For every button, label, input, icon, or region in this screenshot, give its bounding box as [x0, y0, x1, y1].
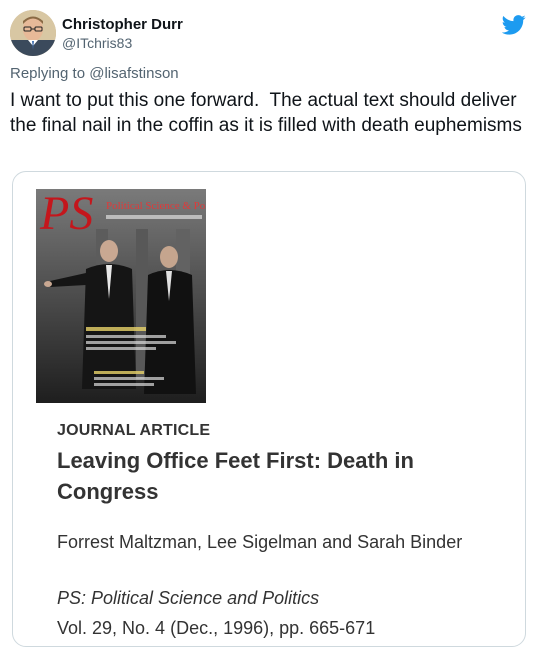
author-handle[interactable]: @ITchris83	[62, 35, 132, 51]
cover-masthead-letters: PS	[39, 189, 93, 240]
card-journal: PS: Political Science and Politics	[57, 588, 320, 608]
avatar[interactable]	[10, 10, 56, 56]
card-volume: Vol. 29, No. 4 (Dec., 1996), pp. 665-671	[57, 618, 376, 638]
card-title: Leaving Office Feet First: Death in Cong…	[57, 448, 414, 504]
journal-cover-image: PS Political Science & Politics	[36, 189, 206, 413]
link-card[interactable]: PS Political Science & Politics JOURNAL …	[12, 171, 526, 647]
cover-illustration: PS Political Science & Politics	[36, 189, 206, 413]
tweet: Christopher Durr @ITchris83 Replying to …	[0, 0, 543, 654]
author-name[interactable]: Christopher Durr	[62, 16, 183, 33]
card-authors: Forrest Maltzman, Lee Sigelman and Sarah…	[57, 532, 463, 552]
person-avatar-icon	[10, 10, 56, 56]
cover-masthead-title: Political Science & Politics	[106, 200, 206, 212]
replying-to: Replying to @lisafstinson	[10, 65, 179, 82]
tweet-header: Christopher Durr @ITchris83	[10, 10, 530, 58]
twitter-bird-icon[interactable]	[502, 14, 526, 36]
card-kicker: JOURNAL ARTICLE	[57, 422, 211, 439]
replying-prefix: Replying to	[10, 65, 90, 82]
reply-mention-link[interactable]: @lisafstinson	[89, 65, 178, 82]
tweet-text: I want to put this one forward. The actu…	[10, 90, 522, 136]
